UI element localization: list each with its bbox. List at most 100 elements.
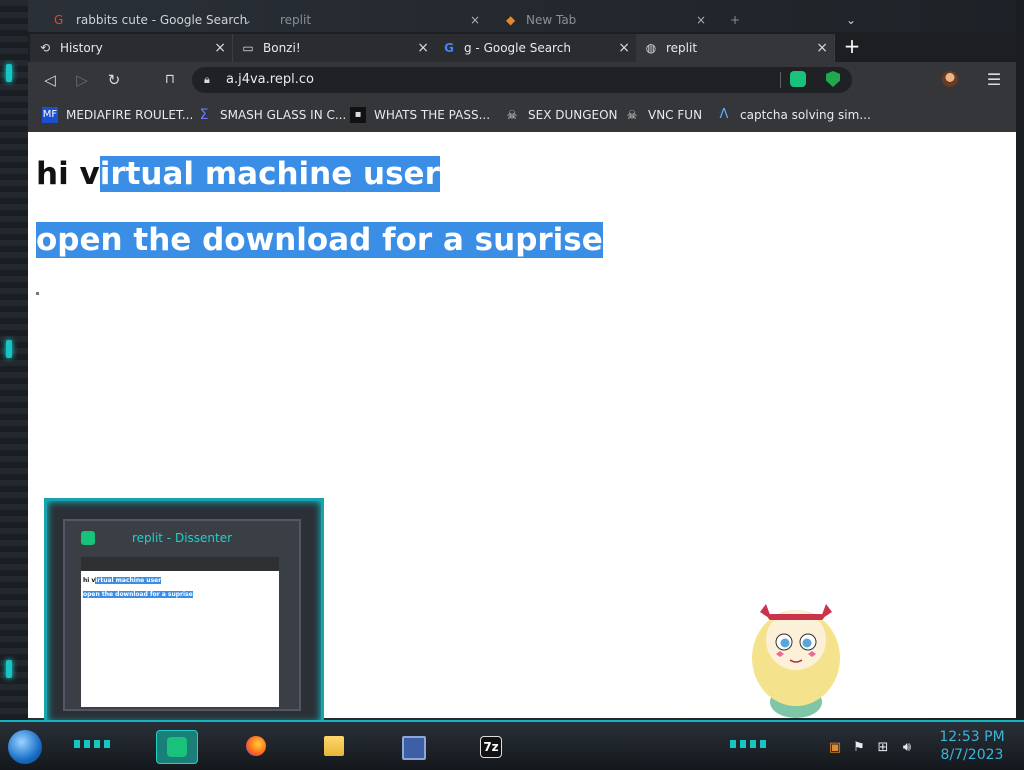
menu-icon[interactable]: ☰ bbox=[984, 70, 1004, 90]
bookmark-label: SEX DUNGEON bbox=[528, 108, 618, 122]
frame-glow bbox=[6, 660, 12, 678]
text-cursor bbox=[36, 292, 39, 295]
java-update-icon[interactable]: ▣ bbox=[826, 740, 844, 755]
frame-glow bbox=[6, 64, 12, 82]
window-frame-left bbox=[0, 0, 28, 720]
close-icon[interactable]: × bbox=[696, 8, 706, 32]
address-bar[interactable]: 🔒︎ a.j4va.repl.co bbox=[192, 67, 852, 93]
network-icon[interactable]: ⊞ bbox=[874, 740, 892, 755]
system-clock[interactable]: 12:53 PM 8/7/2023 bbox=[934, 728, 1010, 764]
tab-label: Bonzi! bbox=[263, 41, 301, 55]
heading-selected-text: open the download for a suprise bbox=[36, 222, 603, 258]
google-icon: G bbox=[444, 41, 454, 55]
google-icon: G bbox=[54, 13, 64, 27]
volume-icon[interactable]: 🔊︎ bbox=[898, 740, 916, 755]
chevron-down-icon[interactable]: ⌄ bbox=[242, 8, 252, 32]
taskbar-decoration bbox=[730, 740, 770, 748]
back-icon[interactable]: ◁ bbox=[40, 70, 60, 90]
tab-bonzi[interactable]: ▭ Bonzi! × bbox=[233, 34, 436, 62]
preview-line-2: open the download for a suprise bbox=[83, 591, 193, 598]
clock-date: 8/7/2023 bbox=[940, 747, 1004, 763]
terminal-icon: ▪ bbox=[350, 107, 366, 123]
folder-icon bbox=[324, 736, 344, 756]
skull-icon: ☠ bbox=[626, 108, 638, 122]
tab-label: replit bbox=[666, 41, 698, 55]
forward-icon[interactable]: ▷ bbox=[72, 70, 92, 90]
mediafire-icon: MF bbox=[42, 107, 58, 123]
flag-icon[interactable]: ⚑ bbox=[850, 740, 868, 755]
heading-plain-text: hi v bbox=[36, 156, 100, 192]
close-icon[interactable]: × bbox=[618, 34, 630, 62]
heading-selected-text: irtual machine user bbox=[99, 156, 440, 192]
tab-replit[interactable]: ◍ replit × bbox=[636, 34, 835, 62]
bookmark-icon[interactable]: ⊓ bbox=[160, 70, 180, 90]
tab-label: g - Google Search bbox=[464, 41, 571, 55]
preview-title: replit - Dissenter bbox=[131, 531, 233, 545]
system-tray: ▣ ⚑ ⊞ 🔊︎ bbox=[826, 740, 922, 758]
close-icon[interactable]: × bbox=[214, 34, 226, 62]
close-icon[interactable]: × bbox=[417, 34, 429, 62]
heading-line-1: hi virtual machine user bbox=[36, 152, 440, 196]
background-tab[interactable]: replit × bbox=[276, 8, 486, 34]
new-tab-button[interactable]: + bbox=[842, 36, 862, 56]
dissenter-extension-icon[interactable] bbox=[790, 71, 806, 87]
chevron-down-icon[interactable]: ⌄ bbox=[846, 8, 866, 34]
page-icon: ▭ bbox=[242, 41, 254, 55]
divider bbox=[780, 72, 781, 88]
bookmarks-bar: MF MEDIAFIRE ROULET... Σ SMASH GLASS IN … bbox=[28, 98, 1016, 132]
bookmark-label: WHATS THE PASS... bbox=[374, 108, 491, 122]
shield-extension-icon[interactable] bbox=[826, 71, 840, 87]
background-tab[interactable]: G rabbits cute - Google Search ⌄ bbox=[54, 8, 258, 34]
star-butterfly-character-image bbox=[752, 604, 840, 718]
taskbar-app-7zip[interactable]: 7z bbox=[470, 730, 510, 762]
bookmark-label: MEDIAFIRE ROULET... bbox=[66, 108, 194, 122]
lambda-icon: Λ bbox=[719, 107, 729, 122]
reload-icon[interactable]: ↻ bbox=[104, 70, 124, 90]
tab-history[interactable]: ⟲ History × bbox=[30, 34, 233, 62]
background-tab[interactable]: ◆ New Tab × bbox=[502, 8, 712, 34]
dissenter-icon bbox=[167, 737, 187, 757]
desktop-frame: G rabbits cute - Google Search ⌄ replit … bbox=[0, 0, 1024, 770]
control-panel-icon bbox=[402, 736, 426, 760]
globe-icon: ◍ bbox=[645, 41, 657, 55]
preview-plain-text: hi v bbox=[83, 577, 96, 584]
preview-screen: hi virtual machine user open the downloa… bbox=[81, 557, 279, 707]
background-window-tabstrip: G rabbits cute - Google Search ⌄ replit … bbox=[40, 6, 1024, 34]
taskbar-app-control-panel[interactable] bbox=[392, 730, 432, 762]
bookmark-label: VNC FUN bbox=[648, 108, 703, 122]
firefox-icon bbox=[246, 736, 266, 756]
tab-strip: ⟲ History × ▭ Bonzi! × G g - Google Sear… bbox=[28, 32, 1016, 62]
background-tab-label: rabbits cute - Google Search bbox=[76, 13, 248, 27]
profile-avatar[interactable] bbox=[942, 71, 958, 87]
background-tab-label: New Tab bbox=[526, 13, 577, 27]
frame-glow bbox=[6, 340, 12, 358]
tab-label: History bbox=[60, 41, 103, 55]
clock-time: 12:53 PM bbox=[939, 729, 1005, 745]
7zip-icon: 7z bbox=[480, 736, 502, 758]
taskbar-app-dissenter[interactable] bbox=[156, 730, 198, 764]
bookmark-label: SMASH GLASS IN C... bbox=[220, 108, 347, 122]
taskbar-window-preview[interactable]: replit - Dissenter hi virtual machine us… bbox=[44, 498, 324, 726]
sigma-icon: Σ bbox=[199, 107, 209, 123]
browser-chrome: ⟲ History × ▭ Bonzi! × G g - Google Sear… bbox=[28, 32, 1016, 132]
preview-selected-text: irtual machine user bbox=[95, 577, 162, 584]
start-button[interactable] bbox=[8, 730, 42, 764]
lock-icon: 🔒︎ bbox=[204, 73, 210, 86]
taskbar-app-file-explorer[interactable] bbox=[314, 730, 354, 762]
taskbar-app-firefox[interactable] bbox=[236, 730, 276, 762]
preview-line-1: hi virtual machine user bbox=[83, 577, 162, 584]
close-icon[interactable]: × bbox=[470, 8, 480, 32]
navigation-toolbar: ◁ ▷ ↻ ⊓ 🔒︎ a.j4va.repl.co ☰ bbox=[28, 62, 1016, 98]
close-icon[interactable]: × bbox=[816, 34, 828, 62]
tab-google-search[interactable]: G g - Google Search × bbox=[434, 34, 637, 62]
window-frame-right bbox=[1016, 0, 1024, 720]
address-text: a.j4va.repl.co bbox=[226, 72, 314, 87]
taskbar-decoration bbox=[74, 740, 114, 748]
history-icon: ⟲ bbox=[39, 41, 51, 55]
background-tab-label: replit bbox=[280, 13, 312, 27]
newtab-icon: ◆ bbox=[506, 13, 516, 27]
new-tab-icon[interactable]: + bbox=[730, 8, 750, 34]
heading-line-2: open the download for a suprise bbox=[36, 218, 603, 262]
bookmark-label: captcha solving sim... bbox=[740, 108, 871, 122]
preview-frame: replit - Dissenter hi virtual machine us… bbox=[63, 519, 301, 711]
